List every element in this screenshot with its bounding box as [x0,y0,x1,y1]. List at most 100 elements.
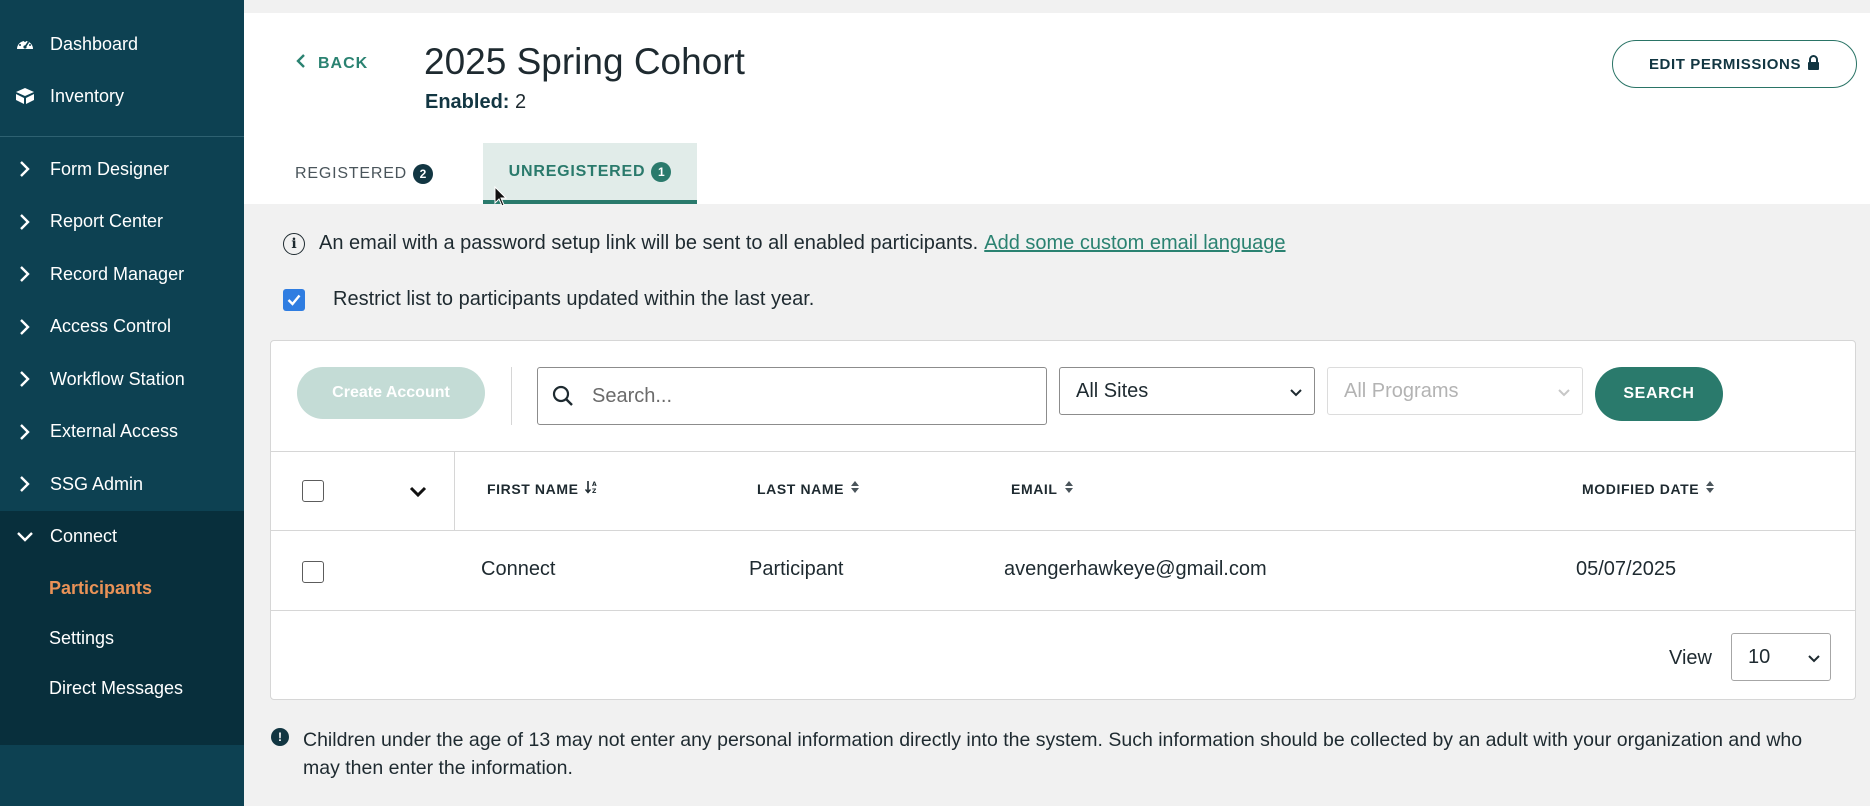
table-header: FIRST NAME AZ LAST NAME EMAIL MODIFIED D… [271,451,1855,531]
sidebar-item-label: Connect [50,526,118,547]
column-label: LAST NAME [757,480,845,497]
chevron-right-icon [14,475,36,493]
sidebar-item-inventory[interactable]: Inventory [0,70,244,122]
column-divider [454,452,455,531]
edit-permissions-label: EDIT PERMISSIONS [1648,55,1802,73]
sidebar-item-external-access[interactable]: External Access [0,406,244,459]
column-header-first-name[interactable]: FIRST NAME AZ [487,480,599,497]
chevron-down-icon [14,531,36,543]
bulk-actions-chevron-icon[interactable] [407,480,429,502]
programs-select[interactable]: All Programs [1327,367,1583,415]
chevron-right-icon [14,213,36,231]
sidebar-subitem-participants[interactable]: Participants [0,563,244,613]
chevron-right-icon [14,423,36,441]
row-checkbox[interactable] [302,561,324,583]
sidebar-item-ssg-admin[interactable]: SSG Admin [0,458,244,511]
sidebar-item-report-center[interactable]: Report Center [0,196,244,249]
sidebar-item-connect[interactable]: Connect [0,511,244,564]
sidebar-item-workflow-station[interactable]: Workflow Station [0,353,244,406]
page-size-value: 10 [1748,645,1771,668]
count-badge: 2 [413,163,434,184]
participants-card: Create Account All Sites All Programs SE… [270,340,1856,700]
sidebar-item-label: Form Designer [50,158,170,179]
table-row[interactable]: Connect Participant avengerhawkeye@gmail… [271,531,1855,611]
sidebar-item-label: Report Center [50,211,164,232]
page-size-select[interactable]: 10 [1731,633,1831,681]
sidebar: Dashboard Inventory Form Designer Report… [0,0,244,806]
sidebar-subitem-direct-messages[interactable]: Direct Messages [0,663,244,713]
enabled-label: Enabled: [425,91,510,113]
chevron-down-icon [1808,646,1820,669]
chevron-down-icon [1558,380,1570,403]
sidebar-item-label: SSG Admin [50,473,144,494]
sort-icon [1705,480,1715,497]
page-header: BACK 2025 Spring Cohort Enabled: 2 EDIT … [244,13,1870,204]
cell-modified-date: 05/07/2025 [1576,558,1677,580]
enabled-value: 2 [515,91,527,113]
age-notice: ! Children under the age of 13 may not e… [271,726,1831,782]
column-label: MODIFIED DATE [1582,480,1700,497]
select-all-checkbox[interactable] [302,480,324,502]
chevron-right-icon [14,318,36,336]
chevron-right-icon [14,160,36,178]
boxes-icon [14,85,36,107]
restrict-option: Restrict list to participants updated wi… [283,288,814,311]
svg-text:A: A [592,481,597,488]
sidebar-item-record-manager[interactable]: Record Manager [0,248,244,301]
sort-icon [850,480,860,497]
restrict-checkbox[interactable] [283,288,305,311]
custom-email-language-link[interactable]: Add some custom email language [984,232,1285,255]
edit-permissions-button[interactable]: EDIT PERMISSIONS [1612,40,1857,88]
cell-first-name: Connect [481,558,556,580]
sidebar-item-access-control[interactable]: Access Control [0,301,244,354]
chevron-down-icon [1290,380,1302,403]
sort-az-icon: AZ [584,480,599,497]
sidebar-divider [0,136,244,137]
sidebar-item-dashboard[interactable]: Dashboard [0,18,244,70]
search-button[interactable]: SEARCH [1595,367,1723,421]
info-text: An email with a password setup link will… [319,232,979,254]
enabled-count: Enabled: 2 [425,91,526,114]
checkmark-icon [287,294,301,306]
column-label: FIRST NAME [487,480,579,497]
search-input[interactable] [592,384,1032,408]
tab-label: REGISTERED [295,164,408,182]
column-header-email[interactable]: EMAIL [1011,480,1074,497]
tab-registered[interactable]: REGISTERED 2 [244,143,483,204]
sidebar-section-footer [0,713,244,745]
sites-select[interactable]: All Sites [1059,367,1315,415]
sidebar-item-label: Access Control [50,316,172,337]
sidebar-section-connect: Connect Participants Settings Direct Mes… [0,510,244,745]
mouse-cursor-icon [494,186,508,207]
sidebar-subitem-settings[interactable]: Settings [0,613,244,663]
search-field [537,367,1047,425]
sidebar-item-label: Inventory [50,85,125,106]
search-icon [552,385,574,407]
create-account-button[interactable]: Create Account [297,367,485,419]
chevron-right-icon [14,265,36,283]
sort-icon [1064,480,1074,497]
column-label: EMAIL [1011,480,1058,497]
svg-text:Z: Z [592,488,597,494]
tab-bar: REGISTERED 2 UNREGISTERED 1 [244,143,698,204]
column-header-last-name[interactable]: LAST NAME [757,480,860,497]
count-badge: 1 [651,161,672,182]
lock-icon [1807,54,1820,74]
view-label: View [1669,647,1712,669]
back-label: BACK [318,54,369,72]
cell-email: avengerhawkeye@gmail.com [1004,558,1267,580]
sites-select-value: All Sites [1076,379,1149,402]
sidebar-item-label: Record Manager [50,263,185,284]
programs-select-value: All Programs [1344,379,1459,402]
notice-text: Children under the age of 13 may not ent… [303,729,1803,779]
chevron-left-icon [296,53,306,74]
sidebar-item-label: Dashboard [50,33,139,54]
sidebar-item-form-designer[interactable]: Form Designer [0,143,244,196]
restrict-label: Restrict list to participants updated wi… [333,288,815,310]
tab-unregistered[interactable]: UNREGISTERED 1 [483,143,698,204]
sidebar-item-label: Workflow Station [50,368,185,389]
back-button[interactable]: BACK [296,53,368,74]
column-header-modified-date[interactable]: MODIFIED DATE [1582,480,1715,497]
dashboard-icon [14,33,36,55]
tab-label: UNREGISTERED [508,162,646,180]
